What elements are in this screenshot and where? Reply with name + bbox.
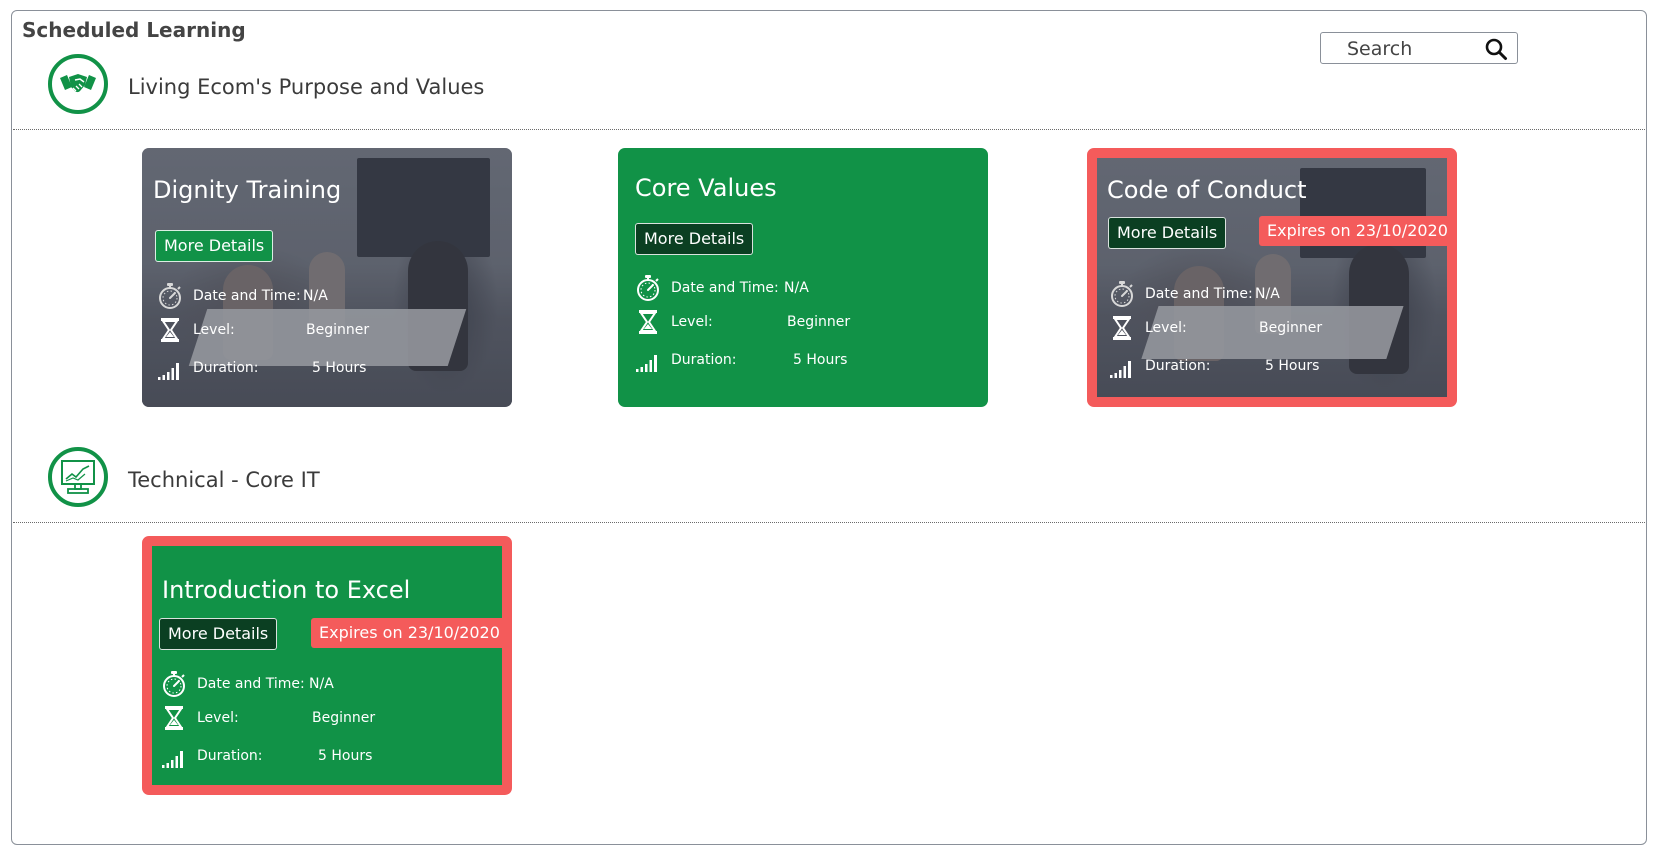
section-title: Technical - Core IT xyxy=(128,468,320,492)
duration-row: Duration: 5 Hours xyxy=(1109,352,1429,380)
level-value: Beginner xyxy=(312,710,376,726)
duration-value: 5 Hours xyxy=(312,360,367,376)
level-value: Beginner xyxy=(306,322,370,338)
section-divider xyxy=(13,522,1645,523)
scheduled-learning-panel: Scheduled Learning Living Ecom's Purpose… xyxy=(11,10,1647,845)
duration-label: Duration: xyxy=(193,360,259,376)
date-label: Date and Time: xyxy=(671,280,779,296)
presentation-chart-icon xyxy=(48,447,108,507)
signal-bars-icon xyxy=(161,742,187,770)
course-card-introduction-to-excel[interactable]: Introduction to Excel More Details Expir… xyxy=(142,536,512,795)
date-value: N/A xyxy=(309,676,334,692)
panel-title: Scheduled Learning xyxy=(22,18,246,42)
stopwatch-icon xyxy=(635,274,661,302)
date-value: N/A xyxy=(784,280,809,296)
duration-value: 5 Hours xyxy=(793,352,848,368)
level-label: Level: xyxy=(197,710,239,726)
expiry-badge: Expires on 23/10/2020 xyxy=(1259,216,1447,246)
duration-row: Duration: 5 Hours xyxy=(157,354,487,382)
card-title: Introduction to Excel xyxy=(162,576,411,604)
level-row: Level: Beginner xyxy=(635,308,965,336)
level-row: Level: Beginner xyxy=(161,704,491,732)
hourglass-icon xyxy=(161,704,187,732)
level-label: Level: xyxy=(193,322,235,338)
level-value: Beginner xyxy=(787,314,851,330)
date-time-row: Date and Time: N/A xyxy=(1109,280,1429,308)
date-time-row: Date and Time: N/A xyxy=(635,274,965,302)
hourglass-icon xyxy=(157,316,183,344)
date-time-row: Date and Time: N/A xyxy=(161,670,491,698)
card-title: Core Values xyxy=(635,174,777,202)
section-divider xyxy=(13,129,1645,130)
course-card-core-values[interactable]: Core Values More Details Date and Time: … xyxy=(618,148,988,407)
course-card-code-of-conduct[interactable]: Code of Conduct More Details Expires on … xyxy=(1087,148,1457,407)
level-value: Beginner xyxy=(1259,320,1323,336)
duration-label: Duration: xyxy=(1145,358,1211,374)
date-label: Date and Time: xyxy=(193,288,301,304)
more-details-button[interactable]: More Details xyxy=(1108,217,1227,249)
date-label: Date and Time: xyxy=(197,676,305,692)
hourglass-icon xyxy=(1109,314,1135,342)
more-details-button[interactable]: More Details xyxy=(635,223,754,255)
stopwatch-icon xyxy=(157,282,183,310)
search-icon[interactable] xyxy=(1484,37,1508,61)
level-label: Level: xyxy=(1145,320,1187,336)
card-title: Dignity Training xyxy=(153,176,342,204)
stopwatch-icon xyxy=(1109,280,1135,308)
more-details-button[interactable]: More Details xyxy=(159,618,278,650)
search-input[interactable] xyxy=(1327,36,1499,62)
date-label: Date and Time: xyxy=(1145,286,1253,302)
section-title: Living Ecom's Purpose and Values xyxy=(128,75,485,99)
duration-label: Duration: xyxy=(197,748,263,764)
level-row: Level: Beginner xyxy=(1109,314,1429,342)
signal-bars-icon xyxy=(157,354,183,382)
date-value: N/A xyxy=(303,288,328,304)
duration-value: 5 Hours xyxy=(318,748,373,764)
date-value: N/A xyxy=(1255,286,1280,302)
course-card-dignity-training[interactable]: Dignity Training More Details Date and T… xyxy=(142,148,512,407)
search-box[interactable] xyxy=(1320,32,1518,64)
signal-bars-icon xyxy=(1109,352,1135,380)
signal-bars-icon xyxy=(635,346,661,374)
duration-value: 5 Hours xyxy=(1265,358,1320,374)
level-label: Level: xyxy=(671,314,713,330)
expiry-badge: Expires on 23/10/2020 xyxy=(311,618,502,648)
stopwatch-icon xyxy=(161,670,187,698)
handshake-icon xyxy=(48,54,108,114)
more-details-button[interactable]: More Details xyxy=(155,230,274,262)
card-title: Code of Conduct xyxy=(1107,176,1307,204)
duration-row: Duration: 5 Hours xyxy=(161,742,491,770)
level-row: Level: Beginner xyxy=(157,316,487,344)
duration-label: Duration: xyxy=(671,352,737,368)
duration-row: Duration: 5 Hours xyxy=(635,346,965,374)
date-time-row: Date and Time: N/A xyxy=(157,282,487,310)
hourglass-icon xyxy=(635,308,661,336)
